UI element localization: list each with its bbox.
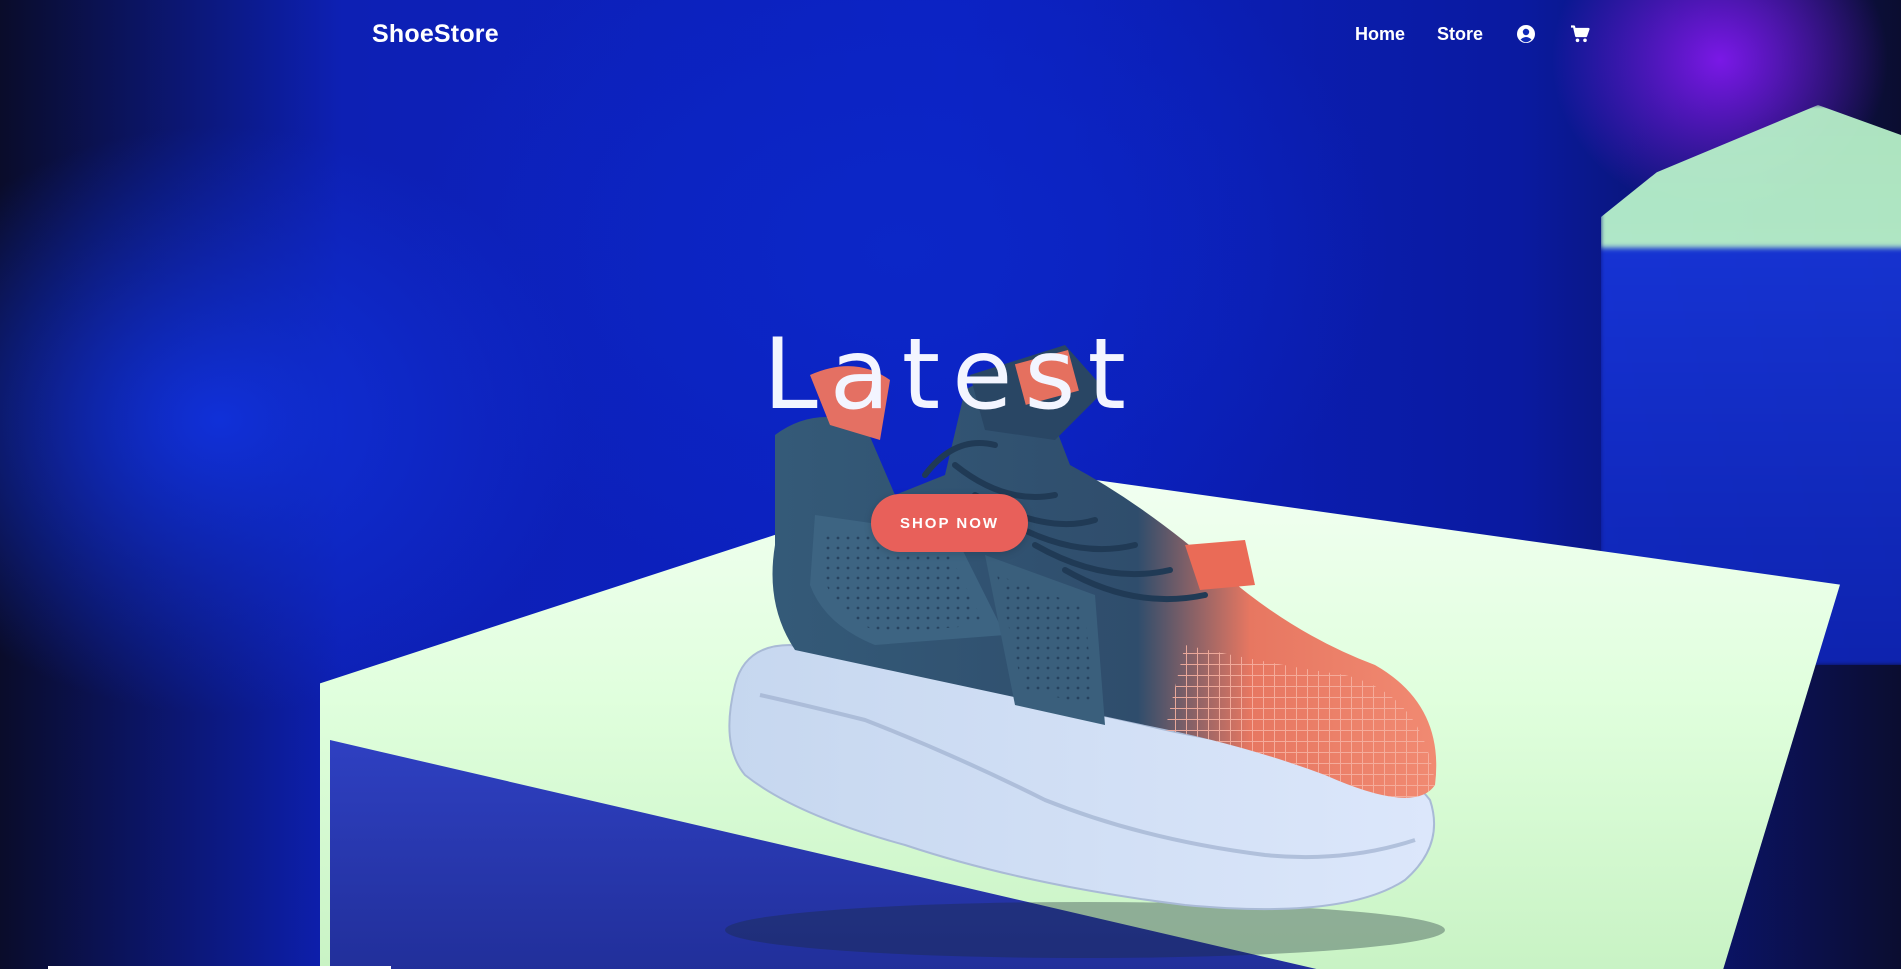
shop-now-button[interactable]: SHOP NOW (871, 494, 1028, 552)
cart-icon[interactable] (1569, 23, 1591, 45)
user-circle-icon[interactable] (1515, 23, 1537, 45)
hero-section (0, 0, 1901, 969)
top-navbar: ShoeStore Home Store (0, 0, 1901, 68)
brand-logo[interactable]: ShoeStore (372, 20, 499, 49)
nav-store-link[interactable]: Store (1437, 24, 1483, 45)
nav-links: Home Store (1355, 23, 1591, 45)
hero-title: Latest (763, 318, 1138, 432)
nav-home-link[interactable]: Home (1355, 24, 1405, 45)
